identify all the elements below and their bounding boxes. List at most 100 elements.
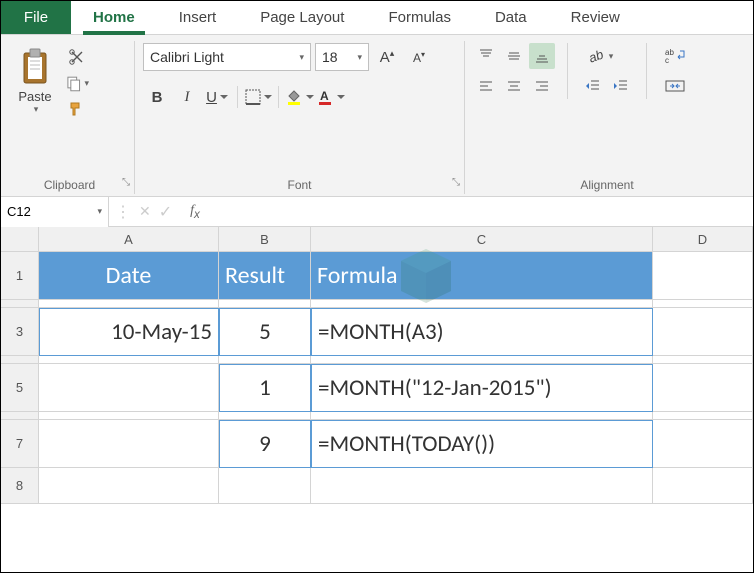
- cell-C7[interactable]: =MONTH(TODAY()): [311, 420, 653, 468]
- fill-color-button[interactable]: [285, 83, 314, 111]
- column-header-D[interactable]: D: [653, 227, 753, 251]
- svg-text:A: A: [320, 89, 329, 103]
- align-center-button[interactable]: [501, 73, 527, 99]
- column-header-B[interactable]: B: [219, 227, 311, 251]
- tab-data[interactable]: Data: [473, 1, 549, 34]
- bold-button[interactable]: B: [143, 83, 171, 111]
- align-left-button[interactable]: [473, 73, 499, 99]
- cancel-formula-button[interactable]: ✕: [139, 203, 151, 220]
- row-header-7[interactable]: 7: [1, 420, 39, 468]
- italic-button[interactable]: I: [173, 83, 201, 111]
- cell-A7[interactable]: [39, 420, 219, 468]
- cell-D1[interactable]: [653, 252, 753, 300]
- tab-formulas[interactable]: Formulas: [366, 1, 473, 34]
- tab-home[interactable]: Home: [71, 1, 157, 34]
- borders-button[interactable]: [244, 83, 272, 111]
- row-1: 1DateResultFormula: [1, 252, 753, 300]
- ribbon: Paste ▾ ▾ Clipboard⤡ Cal: [1, 35, 753, 197]
- orientation-button[interactable]: ab▾: [580, 43, 620, 69]
- copy-icon: [65, 74, 82, 92]
- cell-A3[interactable]: 10-May-15: [39, 308, 219, 356]
- increase-indent-icon: [613, 78, 629, 94]
- name-box[interactable]: C12 ▾: [1, 197, 109, 227]
- fx-icon: fx: [190, 203, 200, 221]
- cell-C8[interactable]: [311, 468, 653, 504]
- decrease-font-button[interactable]: A▾: [405, 43, 433, 71]
- font-color-button[interactable]: A: [316, 83, 345, 111]
- formula-bar: C12 ▾ ⋮ ✕ ✓ fx: [1, 197, 753, 227]
- divider-icon: ⋮: [115, 202, 131, 222]
- cell-B8[interactable]: [219, 468, 311, 504]
- ribbon-tabs: File HomeInsertPage LayoutFormulasDataRe…: [1, 1, 753, 35]
- svg-text:ab: ab: [587, 47, 605, 65]
- align-middle-button[interactable]: [501, 43, 527, 69]
- borders-icon: [245, 89, 261, 105]
- cell-B7[interactable]: 9: [219, 420, 311, 468]
- cell-A1[interactable]: Date: [39, 252, 219, 300]
- cell-D8[interactable]: [653, 468, 753, 504]
- file-tab[interactable]: File: [1, 1, 71, 34]
- paintbrush-icon: [67, 99, 87, 119]
- svg-text:c: c: [665, 56, 669, 65]
- cell-D5[interactable]: [653, 364, 753, 412]
- align-bottom-icon: [534, 48, 550, 64]
- cell-D7[interactable]: [653, 420, 753, 468]
- tab-page-layout[interactable]: Page Layout: [238, 1, 366, 34]
- cell-C3[interactable]: =MONTH(A3): [311, 308, 653, 356]
- row-header-3[interactable]: 3: [1, 308, 39, 356]
- cell-C5[interactable]: =MONTH("12-Jan-2015"): [311, 364, 653, 412]
- enter-formula-button[interactable]: ✓: [159, 202, 172, 222]
- chevron-down-icon: ▾: [97, 206, 102, 217]
- clipboard-icon: [18, 47, 52, 87]
- row-8: 8: [1, 468, 753, 504]
- align-center-icon: [506, 78, 522, 94]
- increase-font-button[interactable]: A▴: [373, 43, 401, 71]
- group-font: Calibri Light ▾ 18 ▾ A▴ A▾ B I U: [135, 41, 465, 194]
- decrease-indent-icon: [585, 78, 601, 94]
- underline-button[interactable]: U: [203, 83, 231, 111]
- format-painter-button[interactable]: [65, 97, 89, 121]
- chevron-down-icon: ▾: [357, 52, 362, 63]
- select-all-corner[interactable]: [1, 227, 39, 251]
- font-name-selector[interactable]: Calibri Light ▾: [143, 43, 311, 71]
- copy-button[interactable]: ▾: [65, 71, 89, 95]
- group-label-clipboard: Clipboard⤡: [13, 175, 126, 194]
- cell-C1[interactable]: Formula: [311, 252, 653, 300]
- align-bottom-button[interactable]: [529, 43, 555, 69]
- chevron-down-icon: ▾: [34, 104, 39, 115]
- row-header-1[interactable]: 1: [1, 252, 39, 300]
- cell-B5[interactable]: 1: [219, 364, 311, 412]
- row-3: 310-May-155=MONTH(A3): [1, 308, 753, 356]
- tab-review[interactable]: Review: [549, 1, 642, 34]
- align-right-button[interactable]: [529, 73, 555, 99]
- cut-button[interactable]: [65, 45, 89, 69]
- dialog-launcher-icon[interactable]: ⤡: [122, 177, 130, 188]
- increase-indent-button[interactable]: [608, 73, 634, 99]
- font-name-value: Calibri Light: [150, 49, 224, 65]
- cell-D3[interactable]: [653, 308, 753, 356]
- worksheet: ABCD 1DateResultFormula310-May-155=MONTH…: [1, 227, 753, 504]
- formula-input[interactable]: [206, 197, 753, 226]
- merge-center-button[interactable]: [659, 73, 691, 99]
- align-top-button[interactable]: [473, 43, 499, 69]
- row-7: 7 9=MONTH(TODAY()): [1, 420, 753, 468]
- cell-B3[interactable]: 5: [219, 308, 311, 356]
- column-header-C[interactable]: C: [311, 227, 653, 251]
- font-size-selector[interactable]: 18 ▾: [315, 43, 369, 71]
- decrease-indent-button[interactable]: [580, 73, 606, 99]
- row-header-5[interactable]: 5: [1, 364, 39, 412]
- dialog-launcher-icon[interactable]: ⤡: [452, 177, 460, 188]
- name-box-value: C12: [7, 204, 31, 219]
- wrap-text-button[interactable]: abc: [659, 43, 691, 69]
- align-right-icon: [534, 78, 550, 94]
- tab-insert[interactable]: Insert: [157, 1, 239, 34]
- column-header-A[interactable]: A: [39, 227, 219, 251]
- group-label-font: Font⤡: [143, 175, 456, 194]
- paste-button[interactable]: Paste ▾: [13, 43, 57, 119]
- cell-A5[interactable]: [39, 364, 219, 412]
- font-size-value: 18: [322, 49, 338, 65]
- row-header-8[interactable]: 8: [1, 468, 39, 504]
- chevron-down-icon: ▾: [84, 78, 89, 89]
- cell-A8[interactable]: [39, 468, 219, 504]
- cell-B1[interactable]: Result: [219, 252, 311, 300]
